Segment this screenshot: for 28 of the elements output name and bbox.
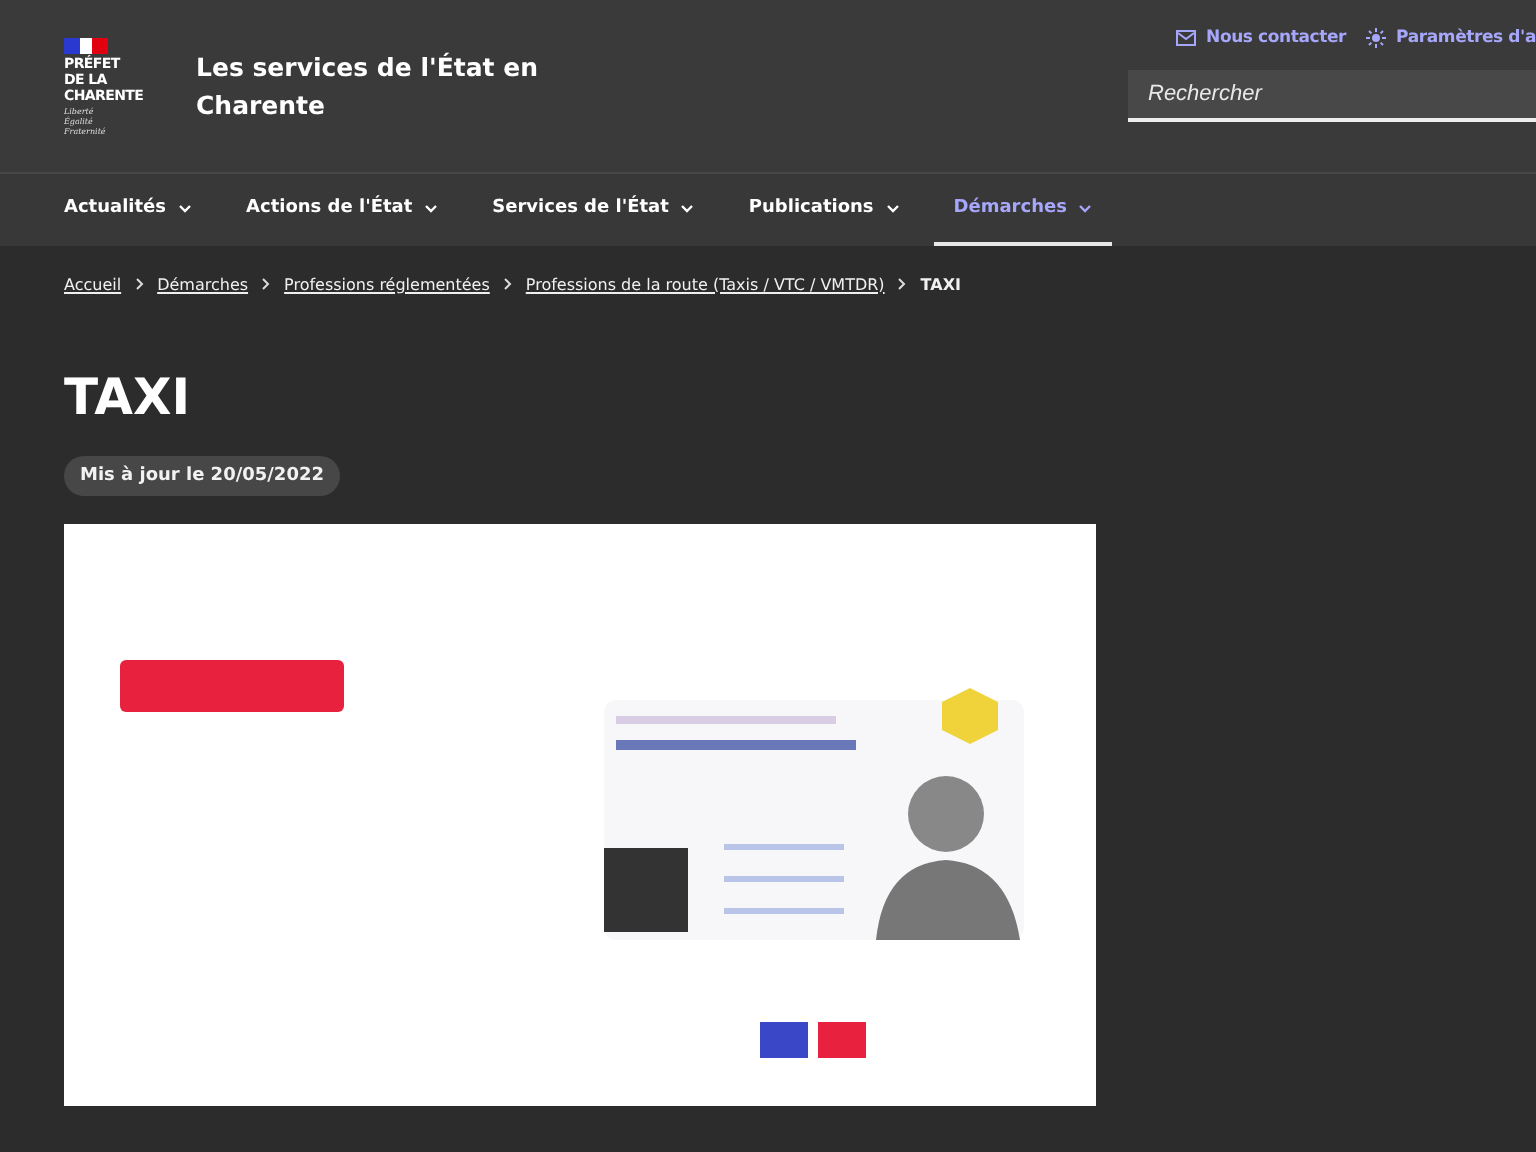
chevron-right-icon xyxy=(898,278,907,290)
chevron-icon xyxy=(885,203,900,213)
breadcrumb-link[interactable]: Démarches xyxy=(157,275,249,293)
chevron-right-icon xyxy=(503,278,512,290)
search-field[interactable]: Rechercher xyxy=(1128,70,1536,122)
nav-tab[interactable]: Actualités xyxy=(64,174,213,246)
breadcrumb-link[interactable]: Professions réglementées xyxy=(284,275,490,293)
chevron-icon xyxy=(1078,203,1093,213)
header-link[interactable]: Paramètres d'a xyxy=(1366,28,1536,48)
flag-icon xyxy=(64,37,108,53)
chevron-icon xyxy=(178,203,193,213)
current-page[interactable]: TAXI xyxy=(920,275,961,293)
chevron-right-icon xyxy=(135,278,144,290)
nav-tab[interactable]: Actions de l'État xyxy=(226,174,459,246)
breadcrumb-link[interactable]: Accueil xyxy=(64,275,122,293)
header-link[interactable]: Nous contacter xyxy=(1176,28,1347,48)
nav-tab[interactable]: Publications xyxy=(728,174,920,246)
nav-tab[interactable]: Démarches xyxy=(933,174,1113,246)
nav-tab[interactable]: Services de l'État xyxy=(472,174,715,246)
sun-icon xyxy=(1366,28,1387,48)
mail-icon xyxy=(1176,30,1197,46)
chevron-icon xyxy=(680,203,695,213)
page-title: TAXI xyxy=(64,366,193,430)
breadcrumb-link[interactable]: Professions de la route (Taxis / VTC / VMTDR) xyxy=(525,275,885,293)
update-date: Mis à jour le 20/05/2022 xyxy=(64,456,340,496)
chevron-icon xyxy=(424,203,439,213)
site-title: Les services de l'État en Charente xyxy=(196,50,540,124)
chevron-right-icon xyxy=(262,278,271,290)
